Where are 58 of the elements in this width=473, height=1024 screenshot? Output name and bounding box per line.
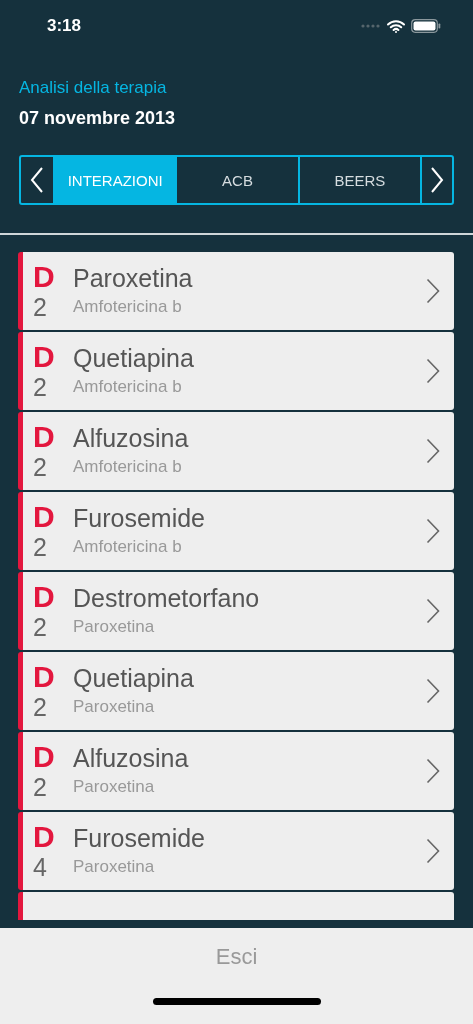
- drug-name: Paroxetina: [73, 263, 194, 294]
- severity-number: 2: [33, 533, 48, 561]
- drug-name: Quetiapina: [73, 343, 195, 374]
- chevron-right-icon: [426, 358, 440, 384]
- drug-name: Alfuzosina: [73, 423, 190, 454]
- interaction-card[interactable]: D 2 Quetiapina Amfotericina b: [18, 332, 454, 410]
- interacting-drug: Amfotericina b: [73, 536, 183, 558]
- interaction-card[interactable]: D 4 Furosemide Paroxetina: [18, 812, 454, 890]
- screen-title: Analisi della terapia: [19, 78, 168, 98]
- battery-icon: [411, 19, 441, 33]
- interaction-card[interactable]: D 2 Furosemide Amfotericina b: [18, 492, 454, 570]
- interacting-drug: Paroxetina: [73, 616, 156, 638]
- interacting-drug: Paroxetina: [73, 856, 156, 878]
- interaction-card[interactable]: D 2 Paroxetina Amfotericina b: [18, 252, 454, 330]
- severity-grade: D: [33, 421, 56, 453]
- chevron-right-icon: [430, 166, 444, 194]
- interacting-drug: Paroxetina: [73, 696, 156, 718]
- chevron-right-icon: [426, 518, 440, 544]
- severity-grade: D: [33, 741, 56, 773]
- severity-number: 2: [33, 453, 48, 481]
- interacting-drug: Amfotericina b: [73, 456, 183, 478]
- chevron-right-icon: [426, 678, 440, 704]
- interaction-card[interactable]: D 2 Destrometorfano Paroxetina: [18, 572, 454, 650]
- interaction-card[interactable]: D 2 Alfuzosina Amfotericina b: [18, 412, 454, 490]
- drug-name: Alfuzosina: [73, 743, 190, 774]
- severity-number: 4: [33, 853, 48, 881]
- tab[interactable]: BEERS: [297, 157, 420, 203]
- interaction-card[interactable]: D 2 Quetiapina Paroxetina: [18, 652, 454, 730]
- chevron-right-icon: [426, 598, 440, 624]
- interacting-drug: Paroxetina: [73, 776, 156, 798]
- drug-name: Furosemide: [73, 503, 206, 534]
- chevron-right-icon: [426, 278, 440, 304]
- severity-number: 2: [33, 773, 48, 801]
- severity-grade: D: [33, 341, 56, 373]
- interacting-drug: Amfotericina b: [73, 296, 183, 318]
- drug-name: Furosemide: [73, 823, 206, 854]
- date-label: 07 novembre 2013: [19, 108, 177, 129]
- interacting-drug: Amfotericina b: [73, 376, 183, 398]
- drug-name: Quetiapina: [73, 663, 195, 694]
- tab[interactable]: ACB: [175, 157, 298, 203]
- severity-grade: D: [33, 261, 56, 293]
- severity-number: 2: [33, 293, 48, 321]
- severity-number: 2: [33, 613, 48, 641]
- wifi-icon: [387, 19, 405, 33]
- status-time: 3:18: [47, 16, 82, 36]
- interaction-card[interactable]: D 2 Alfuzosina Paroxetina: [18, 732, 454, 810]
- severity-number: 2: [33, 373, 48, 401]
- severity-grade: D: [33, 581, 56, 613]
- severity-number: 2: [33, 693, 48, 721]
- chevron-left-icon: [30, 166, 44, 194]
- chevron-right-icon: [426, 758, 440, 784]
- signal-dots-icon: [361, 24, 381, 28]
- chevron-right-icon: [426, 838, 440, 864]
- severity-grade: D: [33, 661, 56, 693]
- severity-grade: D: [33, 821, 56, 853]
- drug-name: Destrometorfano: [73, 583, 261, 614]
- chevron-right-icon: [426, 438, 440, 464]
- severity-grade: D: [33, 501, 56, 533]
